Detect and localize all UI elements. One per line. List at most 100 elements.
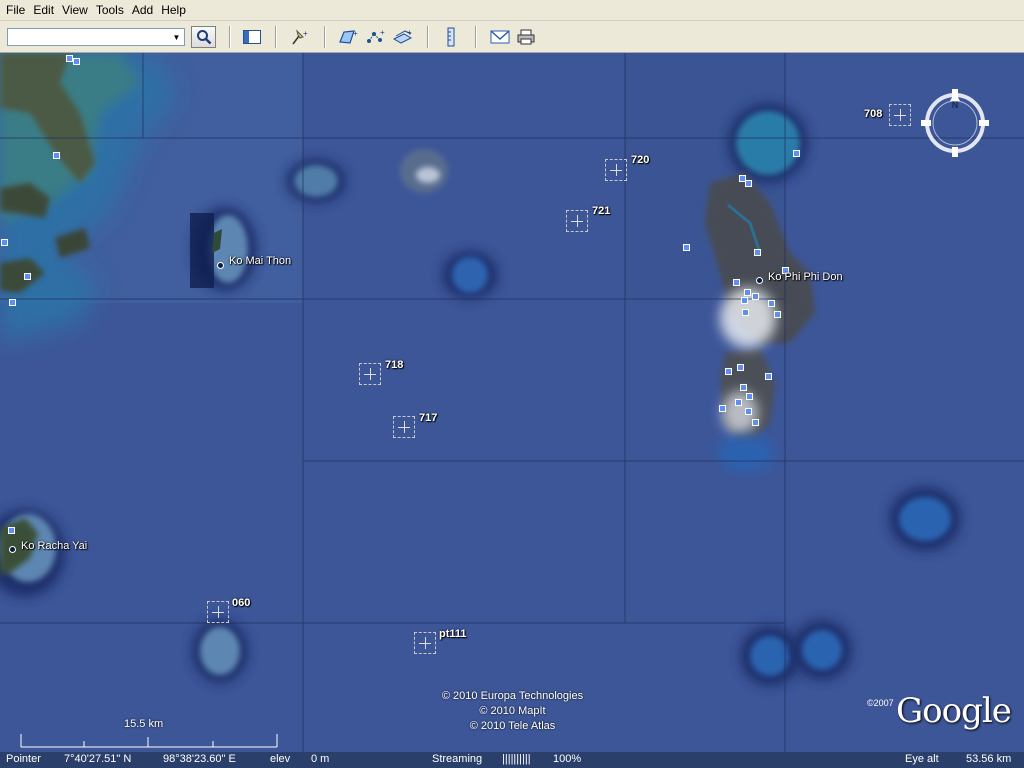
placemark-square[interactable] [9, 299, 16, 306]
placemark-square[interactable] [725, 368, 732, 375]
placemark-square[interactable] [741, 297, 748, 304]
svg-text:+: + [380, 28, 385, 37]
placemark-square[interactable] [8, 527, 15, 534]
placemark-icon: + [292, 29, 308, 45]
copyright-line: © 2010 Tele Atlas [469, 720, 556, 732]
place-dot[interactable] [756, 277, 763, 284]
waypoint-marker-icon[interactable] [393, 416, 415, 438]
add-image-overlay-button[interactable]: + [391, 26, 415, 48]
map-view[interactable]: Ko Mai Thon Ko Phi Phi Don Ko Racha Yai … [0, 53, 1024, 752]
toolbar-separator [275, 26, 276, 48]
waypoint-marker-icon[interactable] [359, 363, 381, 385]
google-logo: Google [896, 691, 1012, 731]
marker-label-pt111[interactable]: pt111 [439, 628, 467, 640]
polygon-icon: + [339, 29, 358, 44]
status-streaming-percent: 100% [553, 753, 582, 765]
placemark-square[interactable] [735, 399, 742, 406]
status-eye-alt-label: Eye alt [905, 753, 939, 765]
add-polygon-button[interactable]: + [337, 26, 361, 48]
placemark-square[interactable] [745, 180, 752, 187]
placemark-square[interactable] [73, 58, 80, 65]
waypoint-marker-icon[interactable] [889, 104, 911, 126]
placemark-square[interactable] [793, 150, 800, 157]
waypoint-marker-icon[interactable] [566, 210, 588, 232]
place-label-ko-mai-thon[interactable]: Ko Mai Thon [229, 255, 291, 267]
marker-label-721[interactable]: 721 [592, 205, 610, 217]
menu-view[interactable]: View [58, 3, 92, 17]
place-dot[interactable] [9, 546, 16, 553]
placemark-square[interactable] [744, 289, 751, 296]
copyright-notice: © 2010 Europa Technologies © 2010 MapIt … [420, 689, 605, 734]
marker-label-718[interactable]: 718 [385, 359, 403, 371]
placemark-square[interactable] [683, 244, 690, 251]
placemark-square[interactable] [1, 239, 8, 246]
placemark-square[interactable] [66, 55, 73, 62]
placemark-square[interactable] [740, 384, 747, 391]
sidebar-icon [243, 30, 261, 44]
toolbar-separator [324, 26, 325, 48]
email-button[interactable] [488, 26, 512, 48]
search-button[interactable] [191, 26, 216, 48]
marker-label-060[interactable]: 060 [232, 597, 250, 609]
status-bar: Pointer 7°40'27.51" N 98°38'23.60" E ele… [0, 752, 1024, 768]
marker-label-720[interactable]: 720 [631, 154, 649, 166]
status-elevation-value: 0 m [311, 753, 330, 765]
placemark-square[interactable] [752, 293, 759, 300]
status-latitude: 7°40'27.51" N [64, 753, 132, 765]
status-mode: Pointer [6, 753, 41, 765]
status-streaming-label: Streaming [432, 753, 483, 765]
toolbar: ▼ + + + + [0, 21, 1024, 53]
search-input[interactable] [7, 28, 185, 46]
svg-text:+: + [303, 29, 308, 38]
placemark-square[interactable] [53, 152, 60, 159]
path-icon: + [367, 28, 385, 43]
menu-add[interactable]: Add [128, 3, 157, 17]
add-placemark-button[interactable]: + [288, 26, 312, 48]
placemark-square[interactable] [719, 405, 726, 412]
menu-edit[interactable]: Edit [29, 3, 58, 17]
placemark-square[interactable] [24, 273, 31, 280]
placemark-square[interactable] [765, 373, 772, 380]
svg-text:+: + [407, 28, 412, 37]
ruler-button[interactable] [439, 26, 463, 48]
chevron-down-icon[interactable]: ▼ [169, 29, 184, 45]
waypoint-marker-icon[interactable] [207, 601, 229, 623]
waypoint-marker-icon[interactable] [605, 159, 627, 181]
placemark-square[interactable] [745, 408, 752, 415]
marker-label-717[interactable]: 717 [419, 412, 437, 424]
logo-year: ©2007 [867, 698, 894, 708]
placemark-square[interactable] [746, 393, 753, 400]
menu-bar: File Edit View Tools Add Help [0, 0, 1024, 21]
copyright-line: © 2010 Europa Technologies [441, 690, 584, 702]
status-eye-alt-value: 53.56 km [966, 753, 1012, 765]
placemark-square[interactable] [768, 300, 775, 307]
ruler-icon [447, 27, 455, 47]
marker-label-708[interactable]: 708 [864, 108, 882, 120]
placemark-square[interactable] [774, 311, 781, 318]
status-streaming-bar: |||||||||| [502, 753, 531, 765]
status-elevation-label: elev [270, 753, 291, 765]
scale-bar: 15.5 km [20, 718, 278, 748]
print-icon [517, 29, 535, 45]
placemark-square[interactable] [733, 279, 740, 286]
compass-icon[interactable]: N [920, 88, 990, 158]
image-overlay-icon: + [392, 28, 413, 44]
placemark-square[interactable] [752, 419, 759, 426]
toolbar-separator [475, 26, 476, 48]
placemark-square[interactable] [742, 309, 749, 316]
place-label-ko-racha-yai[interactable]: Ko Racha Yai [21, 540, 87, 552]
placemark-square[interactable] [737, 364, 744, 371]
compass-north-label: N [952, 100, 959, 110]
sidebar-button[interactable] [240, 26, 264, 48]
menu-help[interactable]: Help [157, 3, 190, 17]
waypoint-marker-icon[interactable] [414, 632, 436, 654]
search-icon [196, 30, 211, 45]
print-button[interactable] [514, 26, 538, 48]
menu-file[interactable]: File [0, 3, 29, 17]
place-label-ko-phi-phi-don[interactable]: Ko Phi Phi Don [768, 271, 843, 283]
menu-tools[interactable]: Tools [92, 3, 128, 17]
place-dot[interactable] [217, 262, 224, 269]
placemark-square[interactable] [754, 249, 761, 256]
map-imagery [0, 53, 1024, 752]
add-path-button[interactable]: + [364, 26, 388, 48]
